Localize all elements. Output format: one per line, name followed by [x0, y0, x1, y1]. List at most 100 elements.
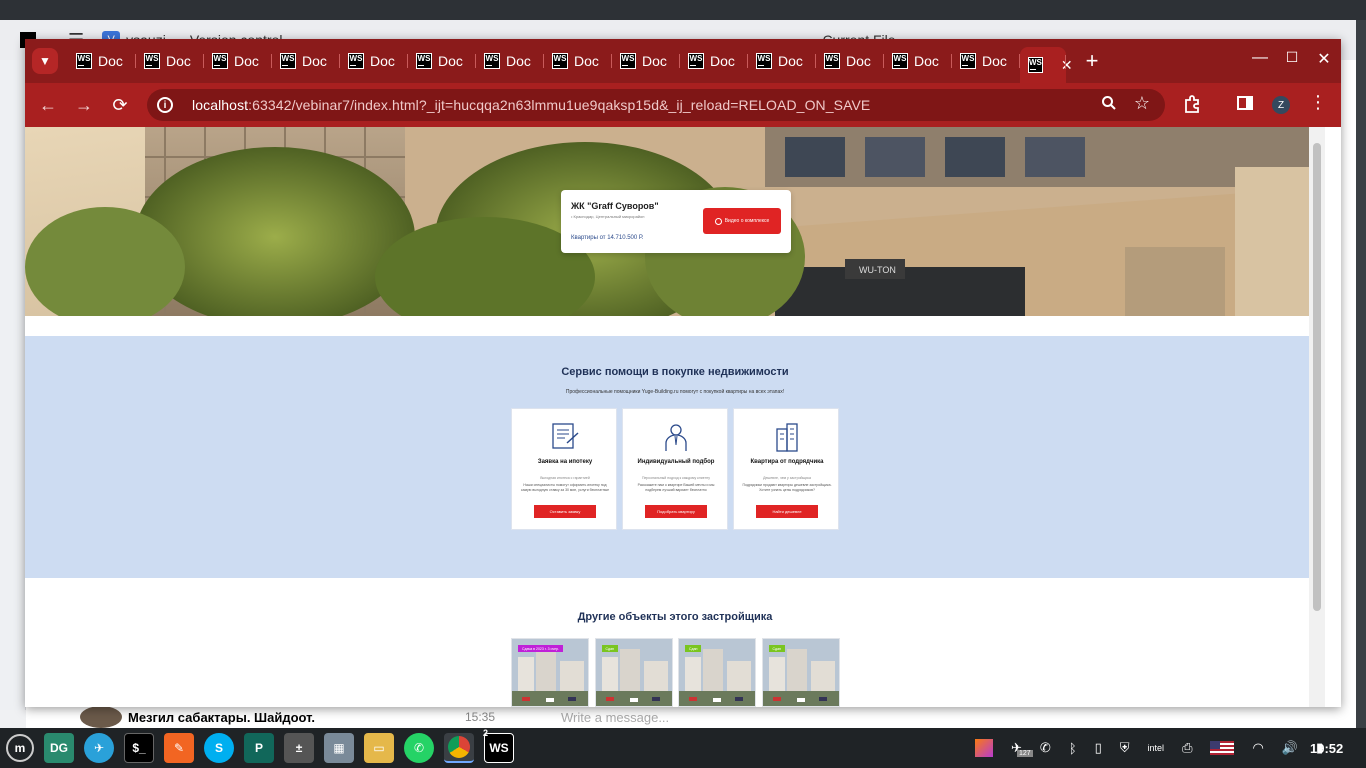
- files-icon[interactable]: ▭: [364, 733, 394, 763]
- chrome-icon[interactable]: [444, 733, 474, 763]
- browser-tab[interactable]: WS Doc: [884, 46, 952, 76]
- back-button[interactable]: ←: [30, 95, 66, 116]
- url-path: :63342/vebinar7/index.html?_ijt=hucqqa2n…: [248, 97, 871, 113]
- new-tab-button[interactable]: +: [1080, 48, 1104, 74]
- close-tab-icon[interactable]: ✕: [1061, 57, 1073, 74]
- clipboard-icon[interactable]: ▯: [1095, 740, 1102, 756]
- chat-preview-strip: Мезгил сабактары. Шайдоот. 15:35 Write a…: [26, 706, 1356, 728]
- whatsapp-icon[interactable]: ✆: [404, 733, 434, 763]
- reload-button[interactable]: ⟳: [102, 95, 138, 116]
- profile-avatar[interactable]: Z: [1272, 96, 1290, 114]
- object-card[interactable]: Сдан: [678, 638, 756, 707]
- page-scrollbar[interactable]: [1309, 127, 1325, 707]
- calculator-icon[interactable]: ±: [284, 733, 314, 763]
- archive-icon[interactable]: ▦: [324, 733, 354, 763]
- tab-title: Doc: [302, 53, 327, 69]
- clock[interactable]: 19:52: [1310, 728, 1343, 768]
- shield-icon[interactable]: ⛨: [1120, 740, 1130, 756]
- bookmark-star-icon[interactable]: ☆: [1132, 93, 1152, 114]
- tab-search-button[interactable]: ▼: [32, 48, 58, 74]
- browser-tab[interactable]: WS Doc: [952, 46, 1020, 76]
- complex-title: ЖК "Graff Суворов": [571, 201, 659, 211]
- scrollbar-thumb[interactable]: [1313, 143, 1321, 611]
- maximize-button[interactable]: ☐: [1280, 49, 1304, 66]
- telegram-icon[interactable]: ✈: [84, 733, 114, 763]
- browser-tab[interactable]: WS Doc: [612, 46, 680, 76]
- inkscape-icon[interactable]: ✎: [164, 733, 194, 763]
- tab-title: Doc: [506, 53, 531, 69]
- card-title: Заявка на ипотеку: [537, 459, 593, 465]
- browser-tab[interactable]: WS Doc: [272, 46, 340, 76]
- webstorm-favicon-icon: WS: [348, 53, 364, 69]
- find-cheaper-button[interactable]: Найти дешевле: [756, 505, 818, 518]
- webstorm-favicon-icon: WS: [1028, 57, 1043, 73]
- minimize-button[interactable]: —: [1248, 49, 1272, 67]
- extensions-icon[interactable]: [1182, 95, 1202, 118]
- complex-location: • Краснодар, Центральный микрорайон: [571, 214, 645, 219]
- bluetooth-icon[interactable]: ᛒ: [1069, 741, 1077, 756]
- tab-strip: ▼ WS Doc WS Doc WS Doc WS Doc WS Doc WS Doc WS Doc WS D…: [25, 39, 1341, 83]
- url-host: localhost: [192, 97, 249, 113]
- browser-tab[interactable]: WS Doc: [544, 46, 612, 76]
- browser-tab[interactable]: WS Doc: [68, 46, 136, 76]
- pycharm-icon[interactable]: P: [244, 733, 274, 763]
- browser-tab[interactable]: WS Doc: [408, 46, 476, 76]
- object-card[interactable]: Сдан: [761, 638, 840, 707]
- document-icon: [552, 423, 579, 449]
- webstorm-favicon-icon: WS: [144, 53, 160, 69]
- webstorm-favicon-icon: WS: [620, 53, 636, 69]
- address-bar[interactable]: i localhost:63342/vebinar7/index.html?_i…: [147, 89, 1165, 121]
- url-text[interactable]: localhost:63342/vebinar7/index.html?_ijt…: [192, 97, 870, 113]
- hero-banner: WU-TON ЖК "Graff Суворов" • Краснодар, Ц…: [25, 127, 1325, 316]
- skype-icon[interactable]: S: [204, 733, 234, 763]
- object-status-badge: Сдан: [768, 645, 785, 652]
- start-menu-icon[interactable]: m: [6, 734, 34, 762]
- browser-tab[interactable]: WS Doc: [476, 46, 544, 76]
- tab-title: Doc: [778, 53, 803, 69]
- object-status-badge: Сдача в 2023 г. 3 очер.: [518, 645, 564, 652]
- ide-right-panel: [1340, 60, 1356, 710]
- web-page: WU-TON ЖК "Graff Суворов" • Краснодар, Ц…: [25, 127, 1325, 707]
- browser-tab[interactable]: WS ✕: [1020, 47, 1073, 83]
- browser-tab[interactable]: WS Doc: [748, 46, 816, 76]
- tab-title: Doc: [710, 53, 735, 69]
- datagrip-icon[interactable]: DG: [44, 733, 74, 763]
- video-button[interactable]: Видео о комплексе: [703, 208, 781, 234]
- message-input[interactable]: Write a message...: [561, 710, 669, 725]
- browser-tab[interactable]: WS Doc: [816, 46, 884, 76]
- tab-title: Doc: [574, 53, 599, 69]
- pick-apartment-button[interactable]: Подобрать квартиру: [645, 505, 707, 518]
- wifi-icon[interactable]: ◠: [1252, 740, 1263, 756]
- complex-card: ЖК "Graff Суворов" • Краснодар, Централь…: [561, 190, 791, 253]
- mortgage-request-button[interactable]: Оставить заявку: [534, 505, 596, 518]
- browser-tab[interactable]: WS Doc: [680, 46, 748, 76]
- side-panel-icon[interactable]: [1235, 95, 1255, 116]
- tab-title: Doc: [370, 53, 395, 69]
- terminal-icon[interactable]: $_: [124, 733, 154, 763]
- printer-icon[interactable]: ⎙: [1182, 740, 1192, 756]
- browser-tab[interactable]: WS Doc: [340, 46, 408, 76]
- telegram-tray-icon[interactable]: ✈ 127: [1011, 740, 1033, 757]
- card-description: Подрядчики продают квартиры дешевле заст…: [742, 483, 832, 492]
- object-card[interactable]: Сдача в 2023 г. 3 очер.: [511, 638, 589, 707]
- close-window-button[interactable]: ✕: [1312, 49, 1336, 69]
- forward-button[interactable]: →: [66, 95, 102, 116]
- ide-left-toolbar: [0, 60, 26, 710]
- keyboard-layout-flag-icon[interactable]: [1210, 741, 1235, 755]
- chat-preview-text[interactable]: Мезгил сабактары. Шайдоот.: [128, 710, 315, 725]
- video-button-label: Видео о комплексе: [724, 218, 770, 224]
- browser-tab[interactable]: WS Doc: [204, 46, 272, 76]
- jetbrains-toolbox-icon[interactable]: [975, 739, 993, 757]
- toolbar: ← → ⟳ i localhost:63342/vebinar7/index.h…: [25, 83, 1341, 127]
- whatsapp-tray-icon[interactable]: ✆: [1040, 740, 1051, 756]
- info-icon[interactable]: i: [157, 97, 173, 113]
- webstorm-icon[interactable]: WS 2: [483, 728, 514, 763]
- zoom-icon[interactable]: [1099, 95, 1119, 116]
- browser-tab[interactable]: WS Doc: [136, 46, 204, 76]
- kebab-menu-icon[interactable]: ⋮: [1308, 92, 1328, 113]
- object-card[interactable]: Сдан: [594, 638, 673, 707]
- volume-icon[interactable]: 🔊: [1282, 740, 1298, 756]
- card-description: Расскажите нам о квартире Вашей мечты и …: [637, 483, 715, 492]
- intel-icon[interactable]: intel: [1148, 743, 1165, 753]
- tab-title: Doc: [642, 53, 667, 69]
